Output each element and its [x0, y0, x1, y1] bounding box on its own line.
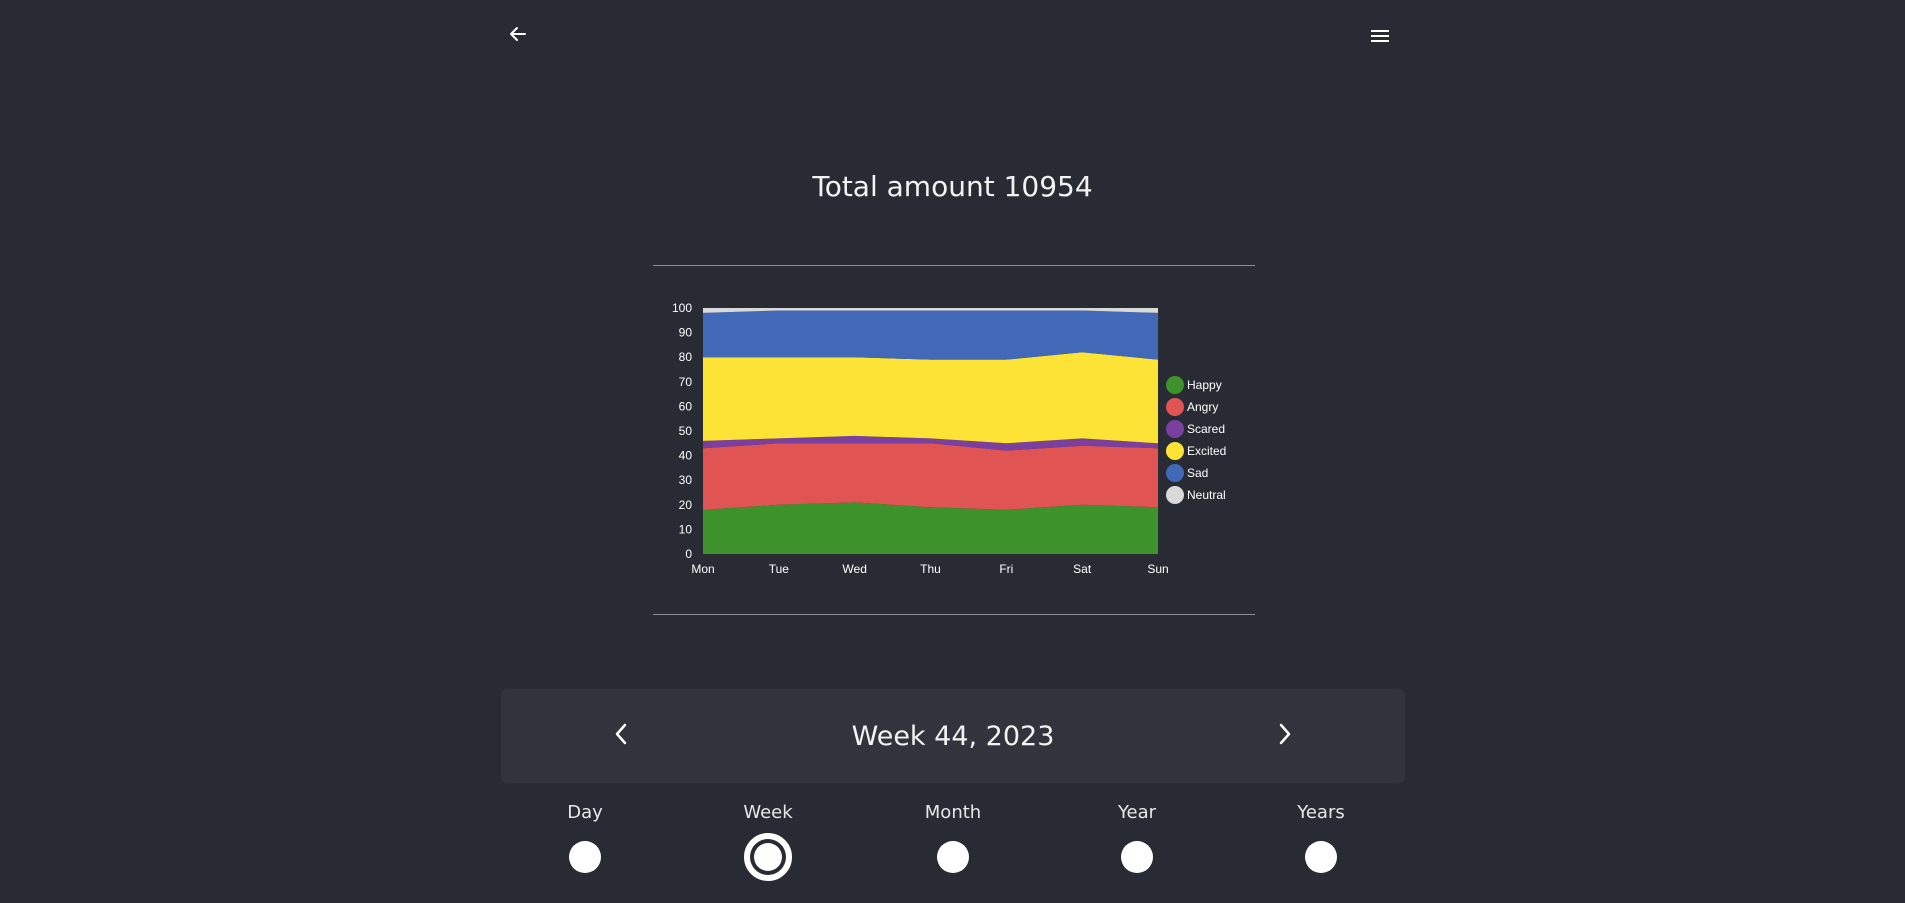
hamburger-menu-icon [1371, 30, 1389, 42]
range-option-day[interactable]: Day [530, 802, 640, 873]
x-tick-label: Thu [920, 562, 941, 576]
y-tick-label: 50 [679, 424, 693, 438]
legend-swatch-happy [1166, 376, 1184, 394]
legend-label-sad: Sad [1187, 466, 1208, 480]
y-tick-label: 90 [679, 326, 693, 340]
y-tick-label: 40 [679, 449, 693, 463]
legend-swatch-scared [1166, 420, 1184, 438]
range-radio-day[interactable] [569, 841, 601, 873]
period-navigator: Week 44, 2023 [501, 689, 1405, 783]
range-option-year[interactable]: Year [1082, 802, 1192, 873]
range-radio-year[interactable] [1121, 841, 1153, 873]
range-radio-month[interactable] [937, 841, 969, 873]
x-tick-label: Mon [691, 562, 714, 576]
area-series-excited [703, 352, 1158, 444]
legend-swatch-excited [1166, 442, 1184, 460]
area-series-angry [703, 443, 1158, 510]
range-label-week: Week [743, 802, 793, 823]
total-amount-title: Total amount 10954 [812, 170, 1093, 203]
back-button[interactable] [506, 22, 530, 46]
next-period-button[interactable] [1265, 714, 1305, 754]
y-tick-label: 60 [679, 399, 693, 413]
range-label-years: Years [1297, 802, 1345, 823]
mood-area-chart: 0 10 20 30 40 50 60 70 80 90 100 Mon Tue Wed Thu Fri Sat… [672, 301, 1226, 576]
area-series-sad [703, 310, 1158, 360]
area-series-happy [703, 502, 1158, 554]
y-tick-label: 100 [672, 301, 692, 315]
range-option-month[interactable]: Month [898, 802, 1008, 873]
y-tick-label: 20 [679, 498, 693, 512]
x-tick-label: Sat [1073, 562, 1092, 576]
range-label-day: Day [567, 802, 603, 823]
chart-top-divider [653, 265, 1255, 266]
legend-label-neutral: Neutral [1187, 488, 1226, 502]
range-radio-week[interactable] [744, 833, 792, 881]
y-tick-label: 10 [679, 522, 693, 536]
arrow-left-icon [510, 27, 526, 41]
x-tick-label: Tue [769, 562, 790, 576]
range-label-year: Year [1117, 802, 1157, 823]
legend-label-angry: Angry [1187, 400, 1218, 414]
chart-bottom-divider [653, 614, 1255, 615]
range-label-month: Month [924, 802, 982, 823]
y-tick-label: 70 [679, 375, 693, 389]
legend-swatch-neutral [1166, 486, 1184, 504]
chevron-right-icon [1279, 723, 1291, 745]
legend-swatch-sad [1166, 464, 1184, 482]
y-tick-label: 0 [685, 547, 692, 561]
legend-swatch-angry [1166, 398, 1184, 416]
y-tick-label: 80 [679, 350, 693, 364]
range-option-years[interactable]: Years [1266, 802, 1376, 873]
legend-label-happy: Happy [1187, 378, 1222, 392]
range-option-week[interactable]: Week [713, 802, 823, 881]
x-tick-label: Fri [999, 562, 1013, 576]
legend-label-scared: Scared [1187, 422, 1225, 436]
legend-label-excited: Excited [1187, 444, 1226, 458]
x-tick-label: Wed [842, 562, 866, 576]
x-tick-label: Sun [1147, 562, 1168, 576]
y-tick-label: 30 [679, 473, 693, 487]
range-radio-years[interactable] [1305, 841, 1337, 873]
menu-button[interactable] [1368, 24, 1392, 48]
